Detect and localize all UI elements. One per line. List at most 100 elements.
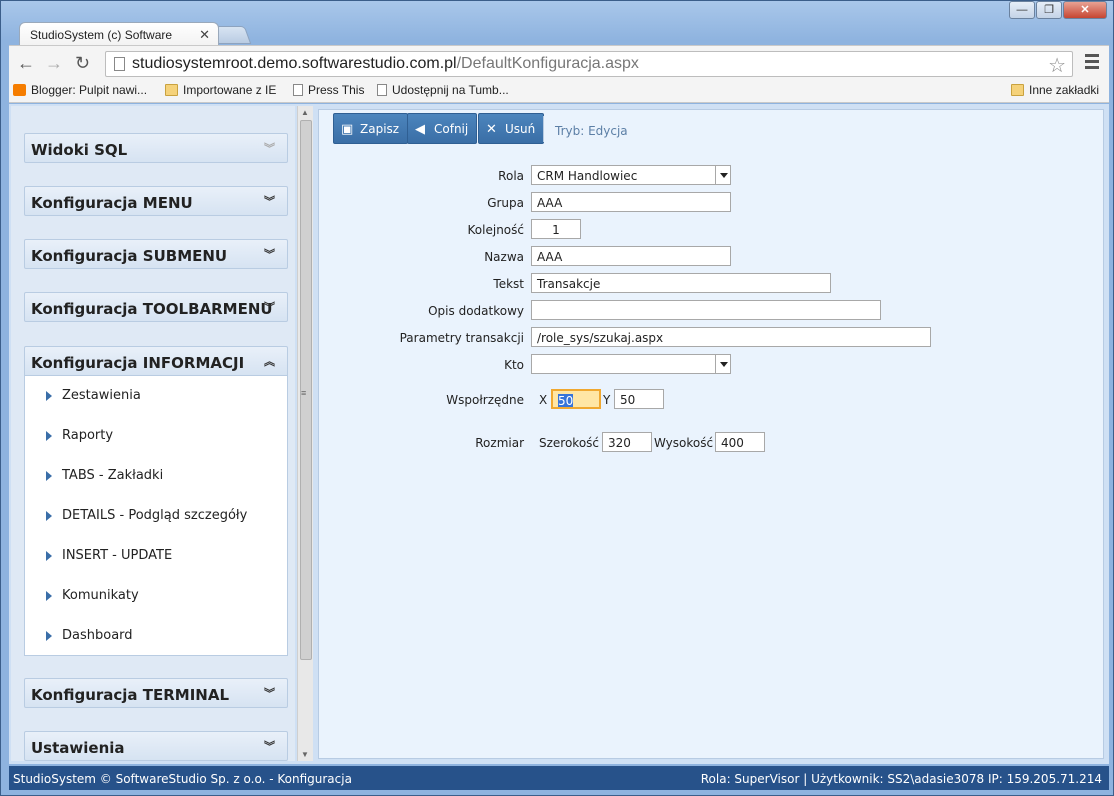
bookmark-press-this[interactable]: Press This [293, 83, 364, 97]
menu-item-dashboard[interactable]: Dashboard [25, 616, 287, 656]
delete-button[interactable]: ✕ Usuń [478, 113, 545, 144]
bookmark-star-icon[interactable]: ☆ [1048, 53, 1066, 78]
scroll-up-icon[interactable]: ▲ [301, 108, 309, 117]
section-title: Konfiguracja MENU [31, 194, 193, 212]
section-konfiguracja-informacji[interactable]: Konfiguracja INFORMACJI ︽ [24, 346, 288, 376]
kolejnosc-field[interactable]: 1 [531, 219, 581, 239]
nazwa-field[interactable]: AAA [531, 246, 731, 266]
menu-item-label: Raporty [62, 428, 114, 443]
rola-label: Rola [498, 169, 524, 183]
rola-value: CRM Handlowiec [537, 169, 638, 183]
section-widoki-sql[interactable]: Widoki SQL ︾ [24, 133, 288, 163]
page-icon [293, 84, 303, 96]
minimize-button[interactable]: — [1009, 1, 1035, 19]
section-title: Konfiguracja TERMINAL [31, 686, 230, 704]
window-controls: — ❐ ✕ [1008, 1, 1107, 19]
page-content: Widoki SQL ︾ Konfiguracja MENU ︾ Konfigura… [9, 104, 1109, 764]
bookmark-label: Inne zakładki [1029, 83, 1100, 97]
bookmark-label: Udostępnij na Tumb... [392, 83, 509, 97]
page-icon [377, 84, 387, 96]
chevron-down-icon[interactable] [715, 166, 730, 184]
back-arrow-icon[interactable]: ← [17, 53, 35, 74]
chevron-down-icon[interactable] [715, 355, 730, 373]
section-title: Konfiguracja TOOLBARMENU [31, 300, 273, 318]
section-title: Widoki SQL [31, 141, 128, 159]
szerokosc-field[interactable]: 320 [602, 432, 652, 452]
chevron-down-icon: ︾ [264, 195, 275, 208]
menu-item-komunikaty[interactable]: Komunikaty [25, 576, 287, 616]
kolejnosc-label: Kolejność [467, 223, 524, 237]
menu-item-zestawienia[interactable]: Zestawienia [25, 376, 287, 416]
chevron-down-icon: ︾ [264, 142, 275, 155]
splitter-grip-icon[interactable]: ≡ [301, 388, 306, 398]
section-title: Konfiguracja SUBMENU [31, 247, 228, 265]
menu-item-label: TABS - Zakładki [62, 468, 164, 483]
chevron-down-icon: ︾ [264, 301, 275, 314]
maximize-button[interactable]: ❐ [1036, 1, 1062, 19]
scroll-down-icon[interactable]: ▼ [301, 750, 309, 759]
wysokosc-field[interactable]: 400 [715, 432, 765, 452]
grupa-field[interactable]: AAA [531, 192, 731, 212]
tekst-label: Tekst [493, 277, 524, 291]
triangle-right-icon [46, 631, 52, 641]
y-label: Y [603, 393, 611, 407]
opis-field[interactable] [531, 300, 881, 320]
triangle-right-icon [46, 391, 52, 401]
toolbar-divider [543, 116, 544, 142]
kto-select[interactable] [531, 354, 731, 374]
rewind-icon: ◀ [415, 122, 425, 137]
forward-arrow-icon[interactable]: → [45, 53, 63, 74]
back-label: Cofnij [434, 122, 469, 136]
status-copyright: StudioSystem © SoftwareStudio Sp. z o.o.… [13, 772, 352, 786]
x-label: X [539, 393, 548, 407]
tekst-field[interactable]: Transakcje [531, 273, 831, 293]
close-window-button[interactable]: ✕ [1063, 1, 1107, 19]
szerokosc-label: Szerokość [539, 436, 600, 450]
folder-icon [1011, 84, 1024, 96]
x-value: 50 [558, 394, 574, 408]
save-label: Zapisz [360, 122, 400, 136]
mode-indicator: Tryb: Edycja [555, 124, 628, 138]
bookmark-importowane[interactable]: Importowane z IE [165, 83, 276, 97]
opis-label: Opis dodatkowy [428, 304, 524, 318]
triangle-right-icon [46, 591, 52, 601]
rola-select[interactable]: CRM Handlowiec [531, 165, 731, 185]
rozmiar-label: Rozmiar [475, 436, 524, 450]
section-konfiguracja-terminal[interactable]: Konfiguracja TERMINAL ︾ [24, 678, 288, 708]
close-icon: ✕ [486, 122, 497, 137]
chevron-down-icon: ︾ [264, 740, 275, 753]
section-title: Konfiguracja INFORMACJI [31, 354, 245, 372]
param-field[interactable]: /role_sys/szukaj.aspx [531, 327, 931, 347]
bookmark-blogger[interactable]: Blogger: Pulpit nawi... [13, 83, 147, 97]
menu-item-insert-update[interactable]: INSERT - UPDATE [25, 536, 287, 576]
section-konfiguracja-menu[interactable]: Konfiguracja MENU ︾ [24, 186, 288, 216]
menu-item-tabs[interactable]: TABS - Zakładki [25, 456, 287, 496]
browser-toolbar: ← → ↻ studiosystemroot.demo.softwarestud… [9, 45, 1109, 79]
sidebar-scrollbar[interactable]: ▲ ≡ ▼ [297, 106, 313, 761]
menu-item-raporty[interactable]: Raporty [25, 416, 287, 456]
browser-window: — ❐ ✕ StudioSystem (c) Software ✕ ← → ↻ … [0, 0, 1114, 796]
menu-item-details[interactable]: DETAILS - Podgląd szczegóły [25, 496, 287, 536]
floppy-disk-icon: ▣ [341, 122, 354, 137]
bookmark-label: Blogger: Pulpit nawi... [31, 83, 148, 97]
x-field[interactable]: 50 [551, 389, 601, 409]
browser-tab[interactable]: StudioSystem (c) Software ✕ [19, 22, 219, 46]
close-tab-icon[interactable]: ✕ [199, 27, 210, 43]
section-ustawienia[interactable]: Ustawienia ︾ [24, 731, 288, 761]
address-bar[interactable]: studiosystemroot.demo.softwarestudio.com… [105, 51, 1073, 77]
save-button[interactable]: ▣ Zapisz [333, 113, 409, 144]
bookmark-tumblr[interactable]: Udostępnij na Tumb... [377, 83, 509, 97]
section-konfiguracja-submenu[interactable]: Konfiguracja SUBMENU ︾ [24, 239, 288, 269]
section-konfiguracja-toolbarmenu[interactable]: Konfiguracja TOOLBARMENU ︾ [24, 292, 288, 322]
y-field[interactable]: 50 [614, 389, 664, 409]
url-path: /DefaultKonfiguracja.aspx [456, 55, 639, 72]
delete-label: Usuń [505, 122, 536, 136]
back-button[interactable]: ◀ Cofnij [407, 113, 478, 144]
browser-menu-icon[interactable] [1085, 54, 1099, 72]
folder-icon [165, 84, 178, 96]
reload-icon[interactable]: ↻ [75, 53, 90, 74]
status-bar: StudioSystem © SoftwareStudio Sp. z o.o.… [9, 766, 1109, 790]
nazwa-label: Nazwa [484, 250, 524, 264]
bookmark-other[interactable]: Inne zakładki [1011, 83, 1099, 97]
section-title: Ustawienia [31, 739, 125, 757]
